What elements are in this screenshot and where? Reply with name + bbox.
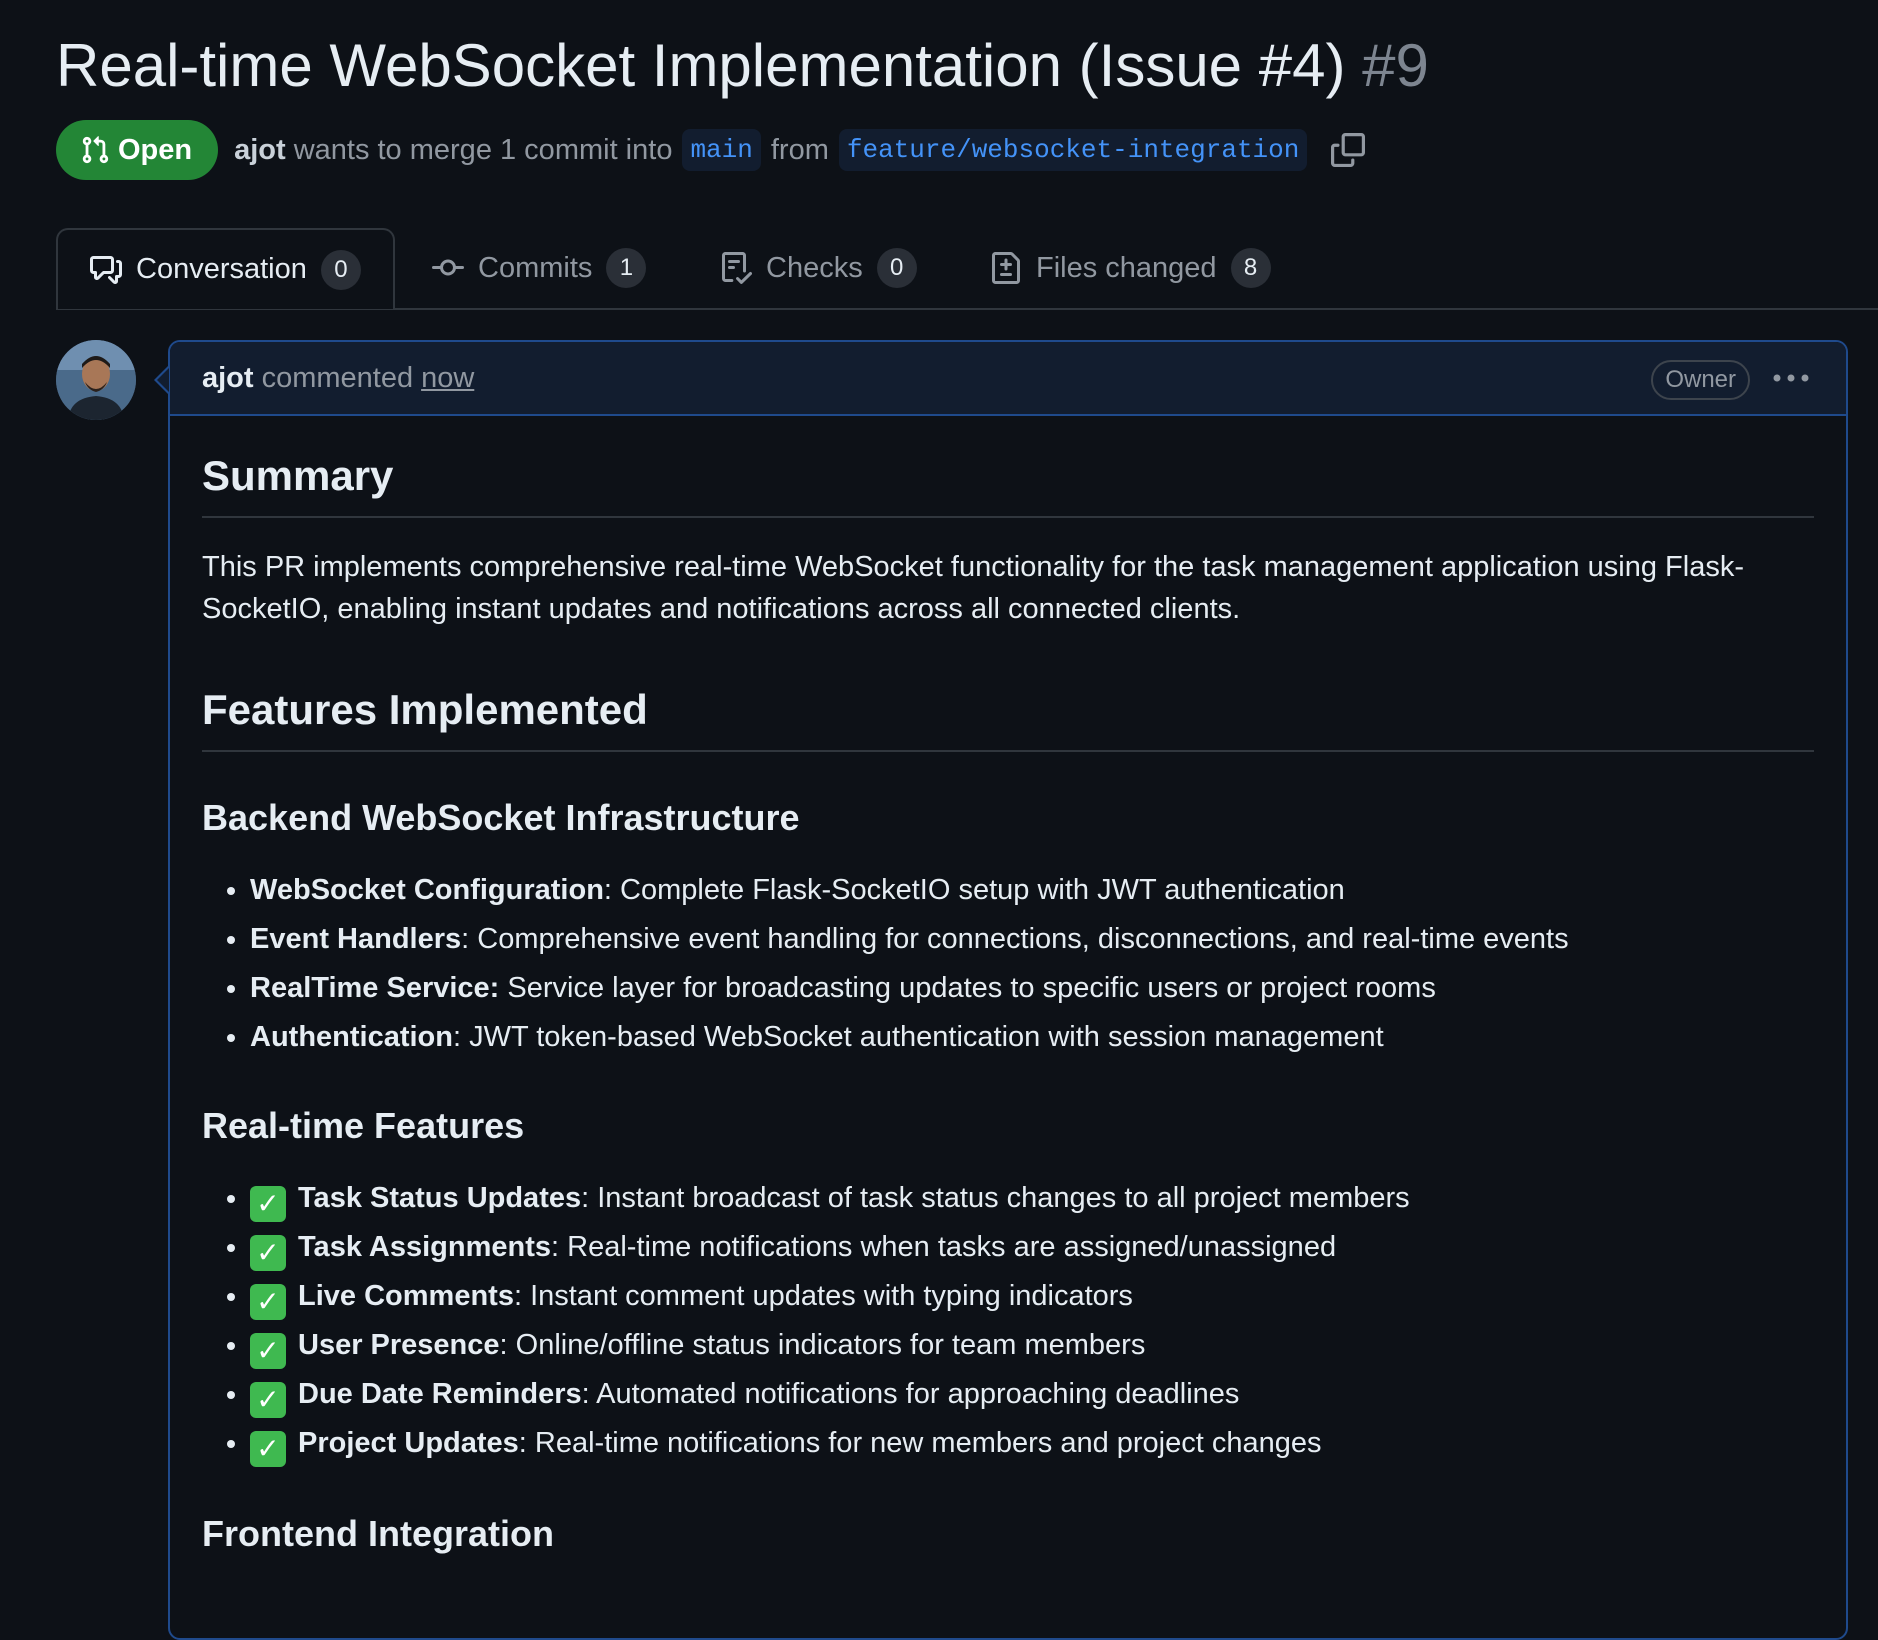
pr-number: #9 [1362, 32, 1429, 99]
backend-list: WebSocket Configuration: Complete Flask-… [202, 866, 1814, 1062]
check-mark-icon: ✓ [250, 1430, 286, 1467]
tab-files-changed-count: 8 [1230, 248, 1271, 288]
pr-author-link[interactable]: ajot [234, 134, 286, 167]
realtime-list: ✓Task Status Updates: Instant broadcast … [202, 1174, 1814, 1468]
git-pull-request-icon [82, 136, 109, 164]
features-heading: Features Implemented [202, 684, 1814, 752]
tab-conversation-count: 0 [320, 249, 361, 290]
avatar-image [56, 340, 136, 420]
tab-commits-label: Commits [478, 251, 593, 284]
copy-icon[interactable] [1331, 133, 1366, 167]
list-item: Authentication: JWT token-based WebSocke… [250, 1013, 1814, 1062]
comment-body: Summary This PR implements comprehensive… [170, 416, 1846, 1556]
comment-time-link[interactable]: now [421, 362, 474, 395]
check-mark-icon: ✓ [250, 1185, 286, 1222]
from-text: from [770, 133, 829, 166]
tab-commits-count: 1 [606, 248, 647, 288]
summary-text: This PR implements comprehensive real-ti… [202, 551, 1744, 625]
comment-header: ajot commented now Owner [170, 342, 1846, 416]
pr-tabs: Conversation 0 Commits 1 Checks 0 Files … [56, 228, 1878, 310]
pr-meta: Open ajot wants to merge 1 commit into m… [56, 120, 1366, 180]
list-item: ✓User Presence: Online/offline status in… [250, 1321, 1814, 1370]
list-item: ✓Task Status Updates: Instant broadcast … [250, 1174, 1814, 1223]
comment-author-link[interactable]: ajot [202, 362, 254, 395]
owner-badge: Owner [1651, 360, 1750, 400]
state-badge: Open [56, 120, 219, 180]
tab-checks[interactable]: Checks 0 [720, 228, 917, 308]
base-branch[interactable]: main [682, 129, 761, 171]
list-item: ✓Due Date Reminders: Automated notificat… [250, 1370, 1814, 1419]
pr-title: Real-time WebSocket Implementation (Issu… [56, 32, 1346, 99]
comment-pointer-inner [157, 368, 169, 392]
state-label: Open [118, 133, 193, 166]
git-commit-icon [432, 259, 464, 276]
tab-commits[interactable]: Commits 1 [432, 228, 647, 308]
avatar[interactable] [56, 340, 136, 420]
check-mark-icon: ✓ [250, 1332, 286, 1369]
tab-files-changed[interactable]: Files changed 8 [990, 228, 1271, 308]
comment-discussion-icon [90, 255, 122, 284]
frontend-heading: Frontend Integration [202, 1513, 554, 1554]
pr-title-row: Real-time WebSocket Implementation (Issu… [56, 28, 1429, 104]
list-item: RealTime Service: Service layer for broa… [250, 964, 1814, 1013]
list-item: WebSocket Configuration: Complete Flask-… [250, 866, 1814, 915]
list-item: ✓Task Assignments: Real-time notificatio… [250, 1223, 1814, 1272]
file-diff-icon [992, 252, 1020, 284]
list-item: ✓Live Comments: Instant comment updates … [250, 1272, 1814, 1321]
tab-conversation-label: Conversation [136, 253, 307, 285]
check-mark-icon: ✓ [250, 1283, 286, 1320]
merge-text: wants to merge 1 commit into [293, 133, 673, 166]
check-mark-icon: ✓ [250, 1234, 286, 1271]
comment-action: commented [261, 361, 414, 394]
backend-heading: Backend WebSocket Infrastructure [202, 797, 800, 838]
comment-box: ajot commented now Owner Summary This PR… [168, 340, 1848, 1640]
check-mark-icon: ✓ [250, 1381, 286, 1418]
head-branch[interactable]: feature/websocket-integration [838, 129, 1308, 171]
summary-heading: Summary [202, 450, 1814, 518]
tab-checks-count: 0 [876, 248, 917, 288]
tab-files-changed-label: Files changed [1036, 251, 1217, 284]
checklist-icon [722, 252, 752, 284]
tab-checks-label: Checks [766, 251, 863, 284]
kebab-horizontal-icon[interactable] [1772, 366, 1810, 390]
realtime-heading: Real-time Features [202, 1105, 525, 1146]
list-item: ✓Project Updates: Real-time notification… [250, 1419, 1814, 1468]
tab-conversation[interactable]: Conversation 0 [56, 228, 395, 309]
list-item: Event Handlers: Comprehensive event hand… [250, 915, 1814, 964]
